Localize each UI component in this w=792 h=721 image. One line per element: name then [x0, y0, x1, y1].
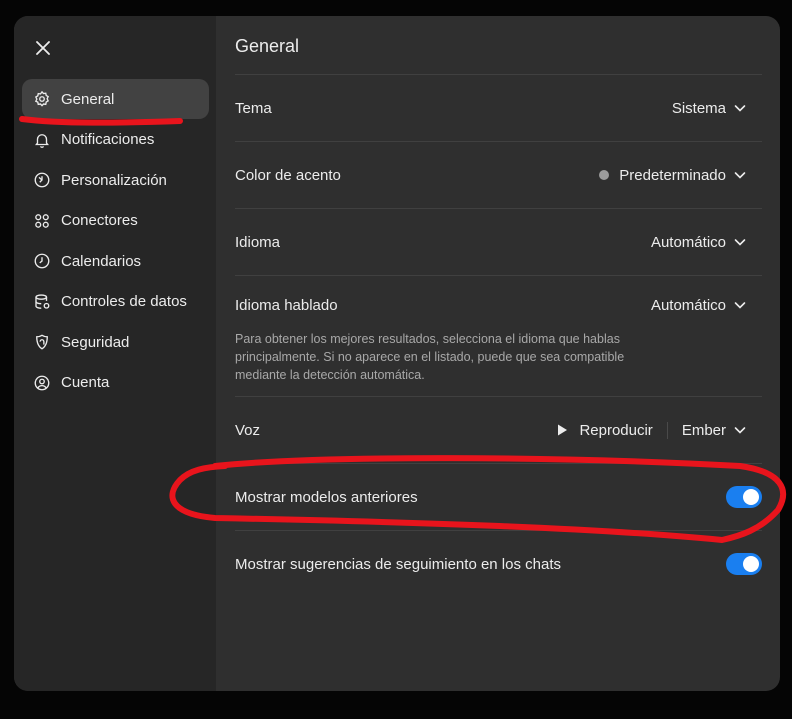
account-icon	[33, 374, 51, 392]
close-icon	[36, 41, 50, 55]
sidebar-item-label: Controles de datos	[61, 293, 187, 310]
sidebar-item-general[interactable]: General	[22, 79, 209, 119]
language-label: Idioma	[235, 233, 281, 251]
shield-icon	[33, 333, 51, 351]
page-title: General	[235, 36, 300, 56]
follow-up-label: Mostrar sugerencias de seguimiento en lo…	[235, 555, 562, 573]
sidebar-item-seguridad[interactable]: Seguridad	[22, 322, 209, 362]
accent-select[interactable]: Predeterminado	[599, 167, 762, 184]
spoken-language-block: Idioma hablado Automático Para obtener l…	[235, 275, 762, 396]
settings-main: General Tema Sistema Color de acento Pre…	[216, 16, 780, 691]
connectors-icon	[33, 212, 51, 230]
theme-label: Tema	[235, 99, 272, 117]
follow-up-toggle[interactable]	[726, 553, 762, 575]
follow-up-row: Mostrar sugerencias de seguimiento en lo…	[235, 530, 762, 597]
accent-label: Color de acento	[235, 166, 341, 184]
play-voice-button[interactable]: Reproducir	[555, 421, 668, 439]
sidebar-item-controles-de-datos[interactable]: Controles de datos	[22, 282, 209, 322]
sidebar-item-label: Seguridad	[61, 333, 130, 351]
settings-rows: Tema Sistema Color de acento Predetermin…	[235, 74, 762, 597]
sidebar: General Notificaciones Personalización C…	[14, 16, 216, 691]
legacy-models-label: Mostrar modelos anteriores	[235, 488, 418, 506]
spoken-language-row: Idioma hablado Automático	[235, 276, 762, 334]
sidebar-item-label: General	[61, 90, 115, 108]
accent-color-dot	[599, 170, 610, 180]
theme-row: Tema Sistema	[235, 74, 762, 141]
sidebar-nav: General Notificaciones Personalización C…	[22, 79, 209, 403]
voice-value: Ember	[681, 421, 726, 439]
sidebar-item-label: Notificaciones	[61, 131, 155, 148]
settings-dialog: General Notificaciones Personalización C…	[14, 16, 780, 691]
play-icon	[555, 423, 569, 437]
database-icon	[33, 293, 51, 311]
gear-icon	[33, 90, 51, 108]
chevron-down-icon	[734, 236, 746, 248]
legacy-models-toggle[interactable]	[726, 486, 762, 508]
voice-select[interactable]: Ember	[682, 422, 746, 439]
toggle-knob	[743, 489, 759, 505]
sidebar-item-label: Personalización	[61, 171, 167, 189]
chevron-down-icon	[734, 169, 746, 181]
spoken-language-value: Automático	[650, 296, 726, 314]
personalization-icon	[33, 171, 51, 189]
language-select[interactable]: Automático	[651, 234, 762, 251]
spoken-language-label: Idioma hablado	[235, 296, 338, 314]
voice-controls: Reproducir Ember	[555, 421, 762, 439]
voice-row: Voz Reproducir Ember	[235, 396, 762, 463]
sidebar-item-notificaciones[interactable]: Notificaciones	[22, 120, 209, 160]
language-value: Automático	[650, 233, 726, 251]
theme-select[interactable]: Sistema	[672, 100, 762, 117]
toggle-knob	[743, 556, 759, 572]
close-button[interactable]	[32, 37, 54, 59]
chevron-down-icon	[734, 424, 746, 436]
accent-row: Color de acento Predeterminado	[235, 141, 762, 208]
clock-icon	[33, 252, 51, 270]
play-label: Reproducir	[579, 421, 653, 439]
language-row: Idioma Automático	[235, 208, 762, 275]
sidebar-item-cuenta[interactable]: Cuenta	[22, 363, 209, 403]
sidebar-item-calendarios[interactable]: Calendarios	[22, 241, 209, 281]
theme-value: Sistema	[671, 99, 726, 117]
sidebar-item-label: Conectores	[61, 212, 138, 229]
sidebar-item-personalizacion[interactable]: Personalización	[22, 160, 209, 200]
sidebar-item-label: Cuenta	[61, 374, 110, 391]
spoken-language-select[interactable]: Automático	[651, 297, 762, 314]
legacy-models-row: Mostrar modelos anteriores	[235, 463, 762, 530]
sidebar-item-label: Calendarios	[61, 252, 142, 270]
sidebar-item-conectores[interactable]: Conectores	[22, 201, 209, 241]
spoken-language-hint: Para obtener los mejores resultados, sel…	[235, 332, 625, 382]
bell-icon	[33, 131, 51, 149]
voice-label: Voz	[235, 421, 261, 439]
chevron-down-icon	[734, 102, 746, 114]
accent-value: Predeterminado	[619, 166, 726, 184]
chevron-down-icon	[734, 299, 746, 311]
